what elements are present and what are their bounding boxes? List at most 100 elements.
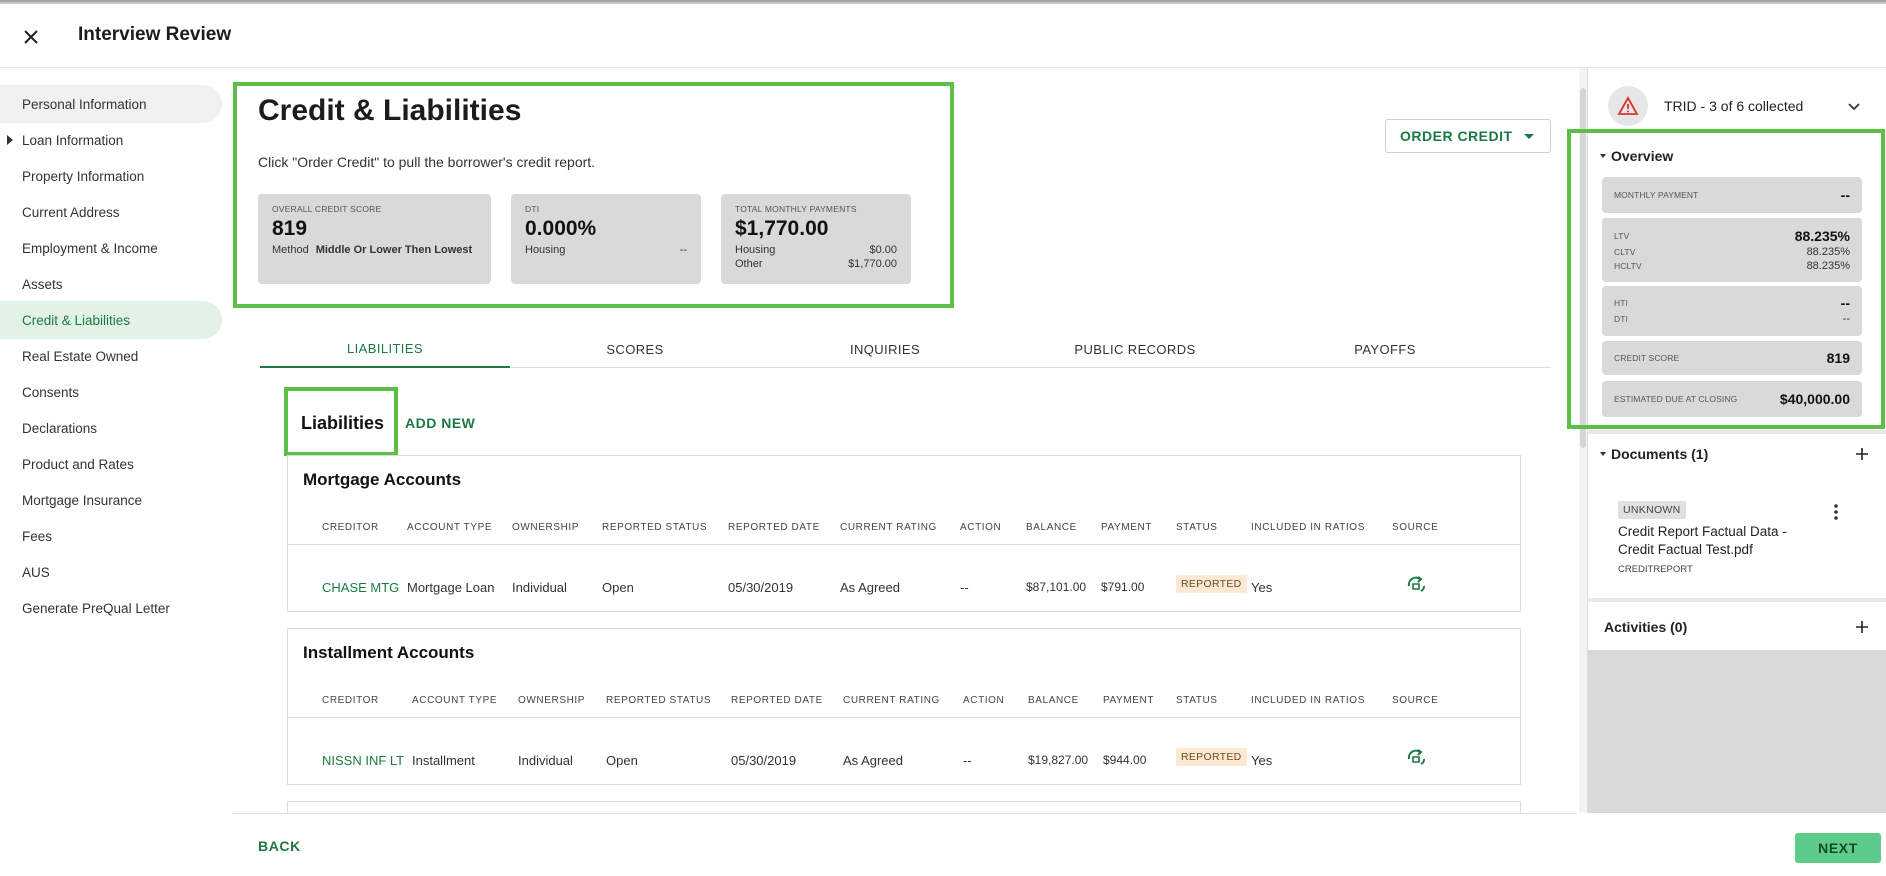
- tab-payoffs[interactable]: PAYOFFS: [1260, 330, 1510, 368]
- total-payments-card: TOTAL MONTHLY PAYMENTS $1,770.00 Housing…: [721, 194, 911, 284]
- sidebar-item-personal-information[interactable]: Personal Information: [0, 85, 222, 123]
- creditor-link[interactable]: CHASE MTG: [322, 580, 399, 595]
- sidebar-item-label: Fees: [22, 528, 53, 544]
- sidebar-item-fees[interactable]: Fees: [0, 517, 222, 555]
- activities-empty-area: [1588, 650, 1886, 813]
- cell-current-rating: As Agreed: [840, 580, 900, 595]
- housing-label: Housing: [525, 244, 566, 256]
- sidebar-item-current-address[interactable]: Current Address: [0, 193, 222, 231]
- overview-value: $40,000.00: [1779, 391, 1850, 407]
- activities-header[interactable]: Activities (0): [1604, 619, 1687, 635]
- tab-liabilities[interactable]: LIABILITIES: [260, 330, 510, 368]
- credit-score-overview-card: CREDIT SCORE 819: [1602, 341, 1862, 375]
- sidebar-item-label: Declarations: [22, 420, 98, 436]
- sidebar-item-label: Consents: [22, 384, 80, 400]
- column-header: STATUS: [1176, 695, 1218, 706]
- order-credit-button[interactable]: ORDER CREDIT: [1385, 119, 1551, 153]
- column-header: BALANCE: [1028, 695, 1079, 706]
- sidebar-item-mortgage-insurance[interactable]: Mortgage Insurance: [0, 481, 222, 519]
- credit-source-icon[interactable]: [1406, 574, 1426, 594]
- add-document-icon[interactable]: [1854, 446, 1870, 462]
- main-content: Credit & Liabilities Click "Order Credit…: [232, 68, 1577, 841]
- overview-label: CREDIT SCORE: [1614, 353, 1680, 363]
- overview-label: HTI: [1614, 298, 1628, 308]
- creditor-link[interactable]: NISSN INF LT: [322, 753, 404, 768]
- section-subtitle: Click "Order Credit" to pull the borrowe…: [258, 154, 596, 170]
- stat-value: 0.000%: [525, 217, 597, 240]
- cell-reported-status: Open: [606, 753, 638, 768]
- liabilities-heading: Liabilities: [301, 413, 385, 433]
- housing-value: --: [679, 244, 687, 256]
- cell-action: --: [963, 753, 972, 768]
- row-divider: [288, 717, 1520, 718]
- documents-header[interactable]: Documents (1): [1600, 446, 1708, 462]
- estimated-due-card: ESTIMATED DUE AT CLOSING $40,000.00: [1602, 381, 1862, 417]
- sidebar-item-property-information[interactable]: Property Information: [0, 157, 222, 195]
- document-name[interactable]: Credit Report Factual Data - Credit Fact…: [1618, 523, 1818, 559]
- cell-ownership: Individual: [512, 580, 567, 595]
- cell-reported-date: 05/30/2019: [731, 753, 797, 768]
- monthly-payment-card: MONTHLY PAYMENT --: [1602, 177, 1862, 213]
- next-button[interactable]: NEXT: [1795, 833, 1881, 863]
- sidebar-item-assets[interactable]: Assets: [0, 265, 222, 303]
- row-divider: [288, 544, 1520, 545]
- sidebar-item-consents[interactable]: Consents: [0, 373, 222, 411]
- cell-included-in-ratios: Yes: [1251, 580, 1273, 595]
- column-header: PAYMENT: [1103, 695, 1155, 706]
- sidebar-item-declarations[interactable]: Declarations: [0, 409, 222, 447]
- tab-inquiries[interactable]: INQUIRIES: [760, 330, 1010, 368]
- trid-label: TRID - 3 of 6 collected: [1664, 98, 1804, 114]
- main-scrollbar[interactable]: [1579, 68, 1587, 813]
- method-value: Middle Or Lower Then Lowest: [315, 244, 473, 256]
- column-header: REPORTED STATUS: [602, 522, 708, 533]
- back-button[interactable]: BACK: [258, 838, 301, 854]
- cell-account-type: Installment: [412, 753, 475, 768]
- overview-label: LTV: [1614, 231, 1630, 241]
- chevron-down-icon[interactable]: [1846, 98, 1862, 114]
- cell-balance: $87,101.00: [1026, 580, 1087, 594]
- column-header: REPORTED DATE: [728, 522, 820, 533]
- sidebar-item-real-estate-owned[interactable]: Real Estate Owned: [0, 337, 222, 375]
- method-label: Method: [272, 244, 309, 256]
- housing-row: Housing --: [525, 244, 687, 256]
- tab-scores[interactable]: SCORES: [510, 330, 760, 368]
- overview-title: Overview: [1611, 148, 1674, 164]
- column-header: STATUS: [1176, 522, 1218, 533]
- sidebar-item-aus[interactable]: AUS: [0, 553, 222, 591]
- status-badge: REPORTED: [1176, 748, 1247, 766]
- trid-status[interactable]: TRID - 3 of 6 collected: [1608, 84, 1868, 128]
- column-header: REPORTED DATE: [731, 695, 823, 706]
- cell-ownership: Individual: [518, 753, 573, 768]
- sidebar-item-credit-liabilities[interactable]: Credit & Liabilities: [0, 301, 222, 339]
- mortgage-accounts-table: Mortgage Accounts CREDITOR ACCOUNT TYPE …: [287, 455, 1521, 612]
- sidebar-item-label: Personal Information: [22, 96, 147, 112]
- close-icon[interactable]: [20, 26, 42, 48]
- credit-source-icon[interactable]: [1406, 747, 1426, 767]
- more-options-icon[interactable]: [1832, 502, 1840, 522]
- overview-label: ESTIMATED DUE AT CLOSING: [1614, 394, 1738, 404]
- sidebar-item-loan-information[interactable]: Loan Information: [0, 121, 222, 159]
- sidebar-nav: Personal Information Loan Information Pr…: [0, 68, 224, 808]
- dti-card: DTI 0.000% Housing --: [511, 194, 701, 284]
- cell-reported-date: 05/30/2019: [728, 580, 794, 595]
- sidebar-item-product-and-rates[interactable]: Product and Rates: [0, 445, 222, 483]
- order-credit-label: ORDER CREDIT: [1400, 128, 1513, 144]
- document-category: CREDITREPORT: [1618, 564, 1693, 575]
- overview-value: --: [1840, 187, 1850, 203]
- expand-caret-icon[interactable]: [7, 135, 13, 145]
- add-new-button[interactable]: ADD NEW: [405, 415, 475, 431]
- sidebar-item-employment-income[interactable]: Employment & Income: [0, 229, 222, 267]
- column-header: CREDITOR: [322, 522, 379, 533]
- column-header: PAYMENT: [1101, 522, 1153, 533]
- overview-header[interactable]: Overview: [1600, 148, 1673, 164]
- sidebar-item-generate-prequal-letter[interactable]: Generate PreQual Letter: [0, 589, 222, 627]
- stat-label: OVERALL CREDIT SCORE: [272, 204, 382, 214]
- cell-included-in-ratios: Yes: [1251, 753, 1273, 768]
- add-activity-icon[interactable]: [1854, 619, 1870, 635]
- sidebar-item-label: AUS: [22, 564, 50, 580]
- cell-reported-status: Open: [602, 580, 634, 595]
- column-header: OWNERSHIP: [512, 522, 580, 533]
- scroll-thumb[interactable]: [1580, 88, 1586, 448]
- column-header: SOURCE: [1392, 695, 1439, 706]
- tab-public-records[interactable]: PUBLIC RECORDS: [1010, 330, 1260, 368]
